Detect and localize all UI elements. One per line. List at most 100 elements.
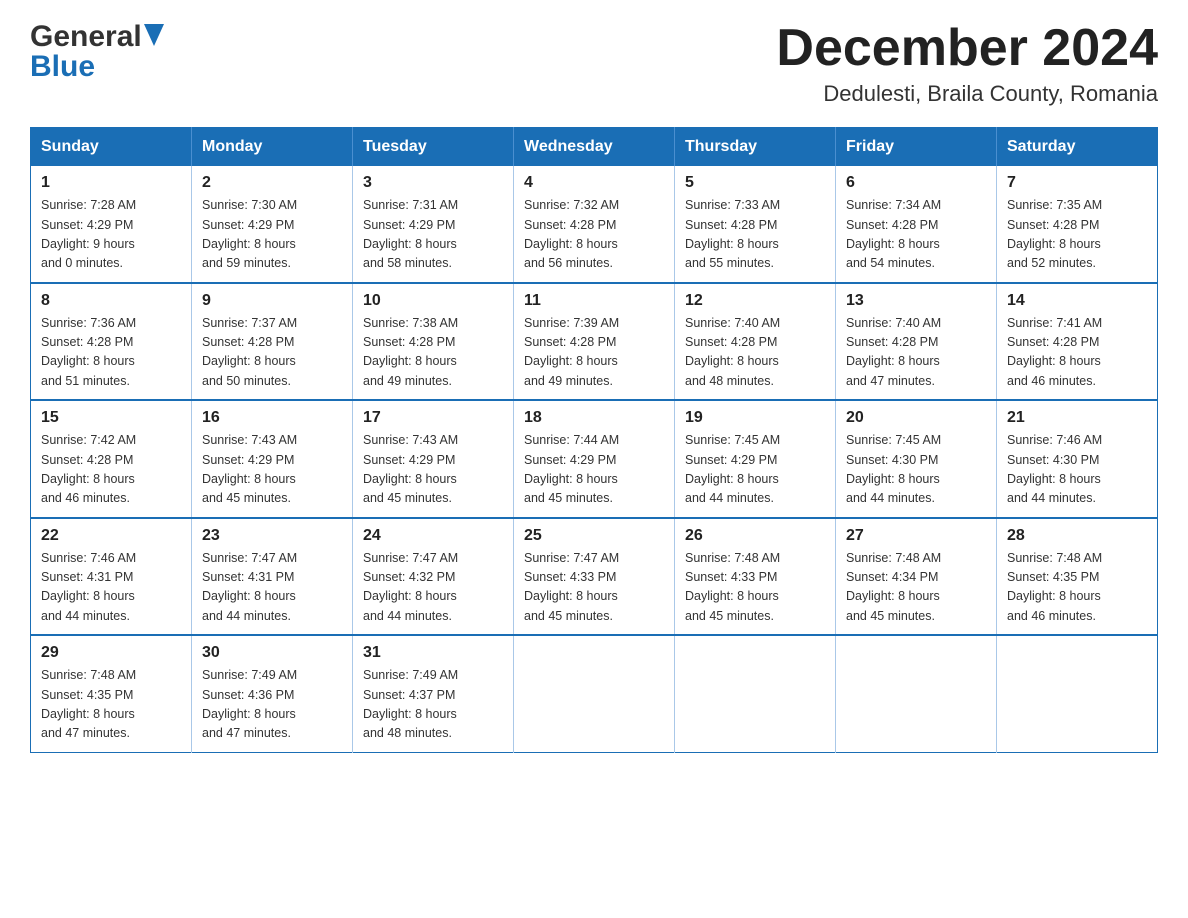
day-info: Sunrise: 7:34 AM Sunset: 4:28 PM Dayligh… (846, 196, 986, 274)
calendar-header-row: SundayMondayTuesdayWednesdayThursdayFrid… (31, 128, 1158, 167)
calendar-cell (675, 635, 836, 752)
calendar-cell: 15 Sunrise: 7:42 AM Sunset: 4:28 PM Dayl… (31, 400, 192, 518)
day-info: Sunrise: 7:44 AM Sunset: 4:29 PM Dayligh… (524, 431, 664, 509)
day-info: Sunrise: 7:38 AM Sunset: 4:28 PM Dayligh… (363, 314, 503, 392)
calendar-week-row: 8 Sunrise: 7:36 AM Sunset: 4:28 PM Dayli… (31, 283, 1158, 401)
calendar-cell: 17 Sunrise: 7:43 AM Sunset: 4:29 PM Dayl… (353, 400, 514, 518)
day-info: Sunrise: 7:28 AM Sunset: 4:29 PM Dayligh… (41, 196, 181, 274)
day-info: Sunrise: 7:39 AM Sunset: 4:28 PM Dayligh… (524, 314, 664, 392)
day-number: 28 (1007, 527, 1147, 545)
page-header: General Blue December 2024 Dedulesti, Br… (30, 20, 1158, 107)
calendar-cell: 5 Sunrise: 7:33 AM Sunset: 4:28 PM Dayli… (675, 166, 836, 283)
day-number: 24 (363, 527, 503, 545)
calendar-cell: 23 Sunrise: 7:47 AM Sunset: 4:31 PM Dayl… (192, 518, 353, 636)
calendar-cell: 22 Sunrise: 7:46 AM Sunset: 4:31 PM Dayl… (31, 518, 192, 636)
month-title: December 2024 (776, 20, 1158, 77)
calendar-cell (514, 635, 675, 752)
calendar-cell: 9 Sunrise: 7:37 AM Sunset: 4:28 PM Dayli… (192, 283, 353, 401)
logo-arrow-icon (144, 24, 164, 46)
day-info: Sunrise: 7:31 AM Sunset: 4:29 PM Dayligh… (363, 196, 503, 274)
day-number: 17 (363, 409, 503, 427)
calendar-cell: 1 Sunrise: 7:28 AM Sunset: 4:29 PM Dayli… (31, 166, 192, 283)
day-number: 16 (202, 409, 342, 427)
calendar-cell: 28 Sunrise: 7:48 AM Sunset: 4:35 PM Dayl… (997, 518, 1158, 636)
calendar-cell: 29 Sunrise: 7:48 AM Sunset: 4:35 PM Dayl… (31, 635, 192, 752)
day-number: 15 (41, 409, 181, 427)
day-number: 10 (363, 292, 503, 310)
calendar-table: SundayMondayTuesdayWednesdayThursdayFrid… (30, 127, 1158, 753)
day-info: Sunrise: 7:49 AM Sunset: 4:36 PM Dayligh… (202, 666, 342, 744)
day-info: Sunrise: 7:40 AM Sunset: 4:28 PM Dayligh… (846, 314, 986, 392)
logo-blue-text: Blue (30, 50, 95, 84)
day-info: Sunrise: 7:40 AM Sunset: 4:28 PM Dayligh… (685, 314, 825, 392)
calendar-week-row: 15 Sunrise: 7:42 AM Sunset: 4:28 PM Dayl… (31, 400, 1158, 518)
logo: General Blue (30, 20, 164, 84)
calendar-cell: 24 Sunrise: 7:47 AM Sunset: 4:32 PM Dayl… (353, 518, 514, 636)
day-info: Sunrise: 7:49 AM Sunset: 4:37 PM Dayligh… (363, 666, 503, 744)
day-number: 19 (685, 409, 825, 427)
calendar-cell: 4 Sunrise: 7:32 AM Sunset: 4:28 PM Dayli… (514, 166, 675, 283)
day-number: 7 (1007, 174, 1147, 192)
calendar-cell: 6 Sunrise: 7:34 AM Sunset: 4:28 PM Dayli… (836, 166, 997, 283)
day-of-week-tuesday: Tuesday (353, 128, 514, 167)
logo-general-text: General (30, 20, 142, 54)
day-number: 8 (41, 292, 181, 310)
calendar-cell: 31 Sunrise: 7:49 AM Sunset: 4:37 PM Dayl… (353, 635, 514, 752)
day-info: Sunrise: 7:42 AM Sunset: 4:28 PM Dayligh… (41, 431, 181, 509)
day-info: Sunrise: 7:35 AM Sunset: 4:28 PM Dayligh… (1007, 196, 1147, 274)
day-number: 29 (41, 644, 181, 662)
day-number: 22 (41, 527, 181, 545)
day-info: Sunrise: 7:30 AM Sunset: 4:29 PM Dayligh… (202, 196, 342, 274)
day-number: 12 (685, 292, 825, 310)
day-number: 23 (202, 527, 342, 545)
calendar-cell: 18 Sunrise: 7:44 AM Sunset: 4:29 PM Dayl… (514, 400, 675, 518)
calendar-cell: 8 Sunrise: 7:36 AM Sunset: 4:28 PM Dayli… (31, 283, 192, 401)
calendar-week-row: 1 Sunrise: 7:28 AM Sunset: 4:29 PM Dayli… (31, 166, 1158, 283)
calendar-cell: 10 Sunrise: 7:38 AM Sunset: 4:28 PM Dayl… (353, 283, 514, 401)
title-section: December 2024 Dedulesti, Braila County, … (776, 20, 1158, 107)
day-info: Sunrise: 7:41 AM Sunset: 4:28 PM Dayligh… (1007, 314, 1147, 392)
day-number: 30 (202, 644, 342, 662)
day-info: Sunrise: 7:37 AM Sunset: 4:28 PM Dayligh… (202, 314, 342, 392)
day-info: Sunrise: 7:47 AM Sunset: 4:33 PM Dayligh… (524, 549, 664, 627)
calendar-week-row: 22 Sunrise: 7:46 AM Sunset: 4:31 PM Dayl… (31, 518, 1158, 636)
day-number: 21 (1007, 409, 1147, 427)
day-number: 25 (524, 527, 664, 545)
location-text: Dedulesti, Braila County, Romania (776, 81, 1158, 107)
day-info: Sunrise: 7:47 AM Sunset: 4:32 PM Dayligh… (363, 549, 503, 627)
calendar-cell (997, 635, 1158, 752)
calendar-cell: 26 Sunrise: 7:48 AM Sunset: 4:33 PM Dayl… (675, 518, 836, 636)
day-number: 5 (685, 174, 825, 192)
day-number: 3 (363, 174, 503, 192)
day-info: Sunrise: 7:43 AM Sunset: 4:29 PM Dayligh… (363, 431, 503, 509)
day-info: Sunrise: 7:47 AM Sunset: 4:31 PM Dayligh… (202, 549, 342, 627)
day-number: 20 (846, 409, 986, 427)
calendar-cell: 2 Sunrise: 7:30 AM Sunset: 4:29 PM Dayli… (192, 166, 353, 283)
day-number: 14 (1007, 292, 1147, 310)
day-info: Sunrise: 7:43 AM Sunset: 4:29 PM Dayligh… (202, 431, 342, 509)
calendar-cell: 25 Sunrise: 7:47 AM Sunset: 4:33 PM Dayl… (514, 518, 675, 636)
day-number: 6 (846, 174, 986, 192)
day-number: 1 (41, 174, 181, 192)
day-number: 2 (202, 174, 342, 192)
calendar-cell: 21 Sunrise: 7:46 AM Sunset: 4:30 PM Dayl… (997, 400, 1158, 518)
day-info: Sunrise: 7:46 AM Sunset: 4:30 PM Dayligh… (1007, 431, 1147, 509)
day-info: Sunrise: 7:45 AM Sunset: 4:30 PM Dayligh… (846, 431, 986, 509)
calendar-cell: 7 Sunrise: 7:35 AM Sunset: 4:28 PM Dayli… (997, 166, 1158, 283)
day-info: Sunrise: 7:48 AM Sunset: 4:33 PM Dayligh… (685, 549, 825, 627)
day-number: 13 (846, 292, 986, 310)
calendar-cell: 11 Sunrise: 7:39 AM Sunset: 4:28 PM Dayl… (514, 283, 675, 401)
calendar-cell (836, 635, 997, 752)
day-info: Sunrise: 7:36 AM Sunset: 4:28 PM Dayligh… (41, 314, 181, 392)
day-of-week-thursday: Thursday (675, 128, 836, 167)
calendar-week-row: 29 Sunrise: 7:48 AM Sunset: 4:35 PM Dayl… (31, 635, 1158, 752)
day-number: 26 (685, 527, 825, 545)
day-info: Sunrise: 7:33 AM Sunset: 4:28 PM Dayligh… (685, 196, 825, 274)
day-info: Sunrise: 7:46 AM Sunset: 4:31 PM Dayligh… (41, 549, 181, 627)
calendar-cell: 30 Sunrise: 7:49 AM Sunset: 4:36 PM Dayl… (192, 635, 353, 752)
day-of-week-sunday: Sunday (31, 128, 192, 167)
day-of-week-wednesday: Wednesday (514, 128, 675, 167)
day-number: 11 (524, 292, 664, 310)
day-of-week-friday: Friday (836, 128, 997, 167)
day-number: 18 (524, 409, 664, 427)
